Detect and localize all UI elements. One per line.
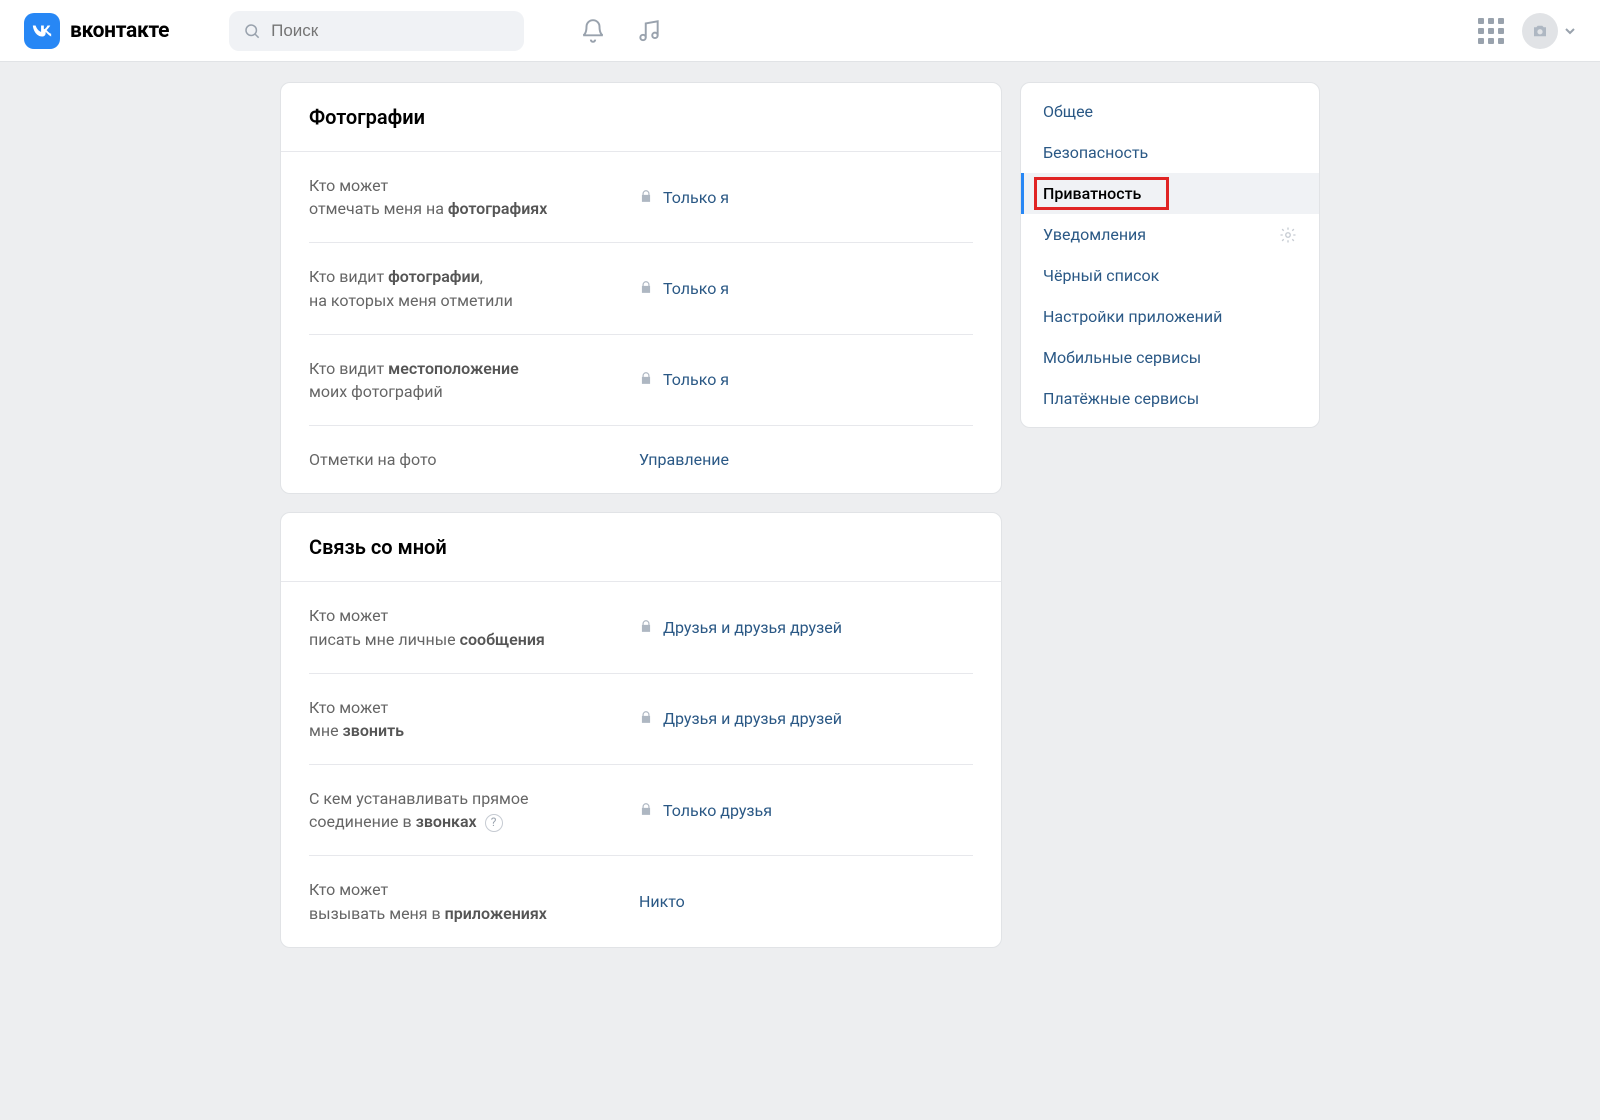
setting-label: Кто можетотмечать меня на фотографиях <box>309 174 639 220</box>
setting-value[interactable]: Никто <box>639 892 685 911</box>
sidebar-item[interactable]: Мобильные сервисы <box>1021 337 1319 378</box>
lock-icon <box>639 801 653 820</box>
music-icon[interactable] <box>636 18 662 44</box>
setting-row: Кто можетмне звонить Друзья и друзья друз… <box>309 674 973 765</box>
settings-card: Связь со мнойКто можетписать мне личные … <box>280 512 1002 948</box>
lock-icon <box>639 188 653 207</box>
setting-label: Кто можетписать мне личные сообщения <box>309 604 639 650</box>
search-input[interactable] <box>271 21 510 41</box>
sidebar-item-label: Чёрный список <box>1043 266 1159 285</box>
topbar: вконтакте <box>0 0 1600 62</box>
sidebar-item[interactable]: Уведомления <box>1021 214 1319 255</box>
setting-label: Кто видит фотографии,на которых меня отм… <box>309 265 639 311</box>
lock-icon <box>639 709 653 728</box>
setting-label: С кем устанавливать прямоесоединение в з… <box>309 787 639 833</box>
sidebar-item[interactable]: Приватность <box>1021 173 1319 214</box>
gear-icon[interactable] <box>1279 226 1297 244</box>
bell-icon[interactable] <box>580 18 606 44</box>
logo[interactable]: вконтакте <box>24 13 169 49</box>
setting-value[interactable]: Только я <box>639 279 729 298</box>
setting-value-text: Никто <box>639 892 685 911</box>
sidebar-item-label: Уведомления <box>1043 225 1146 244</box>
setting-value-text: Друзья и друзья друзей <box>663 618 842 637</box>
setting-row: С кем устанавливать прямоесоединение в з… <box>309 765 973 856</box>
setting-label: Кто видит местоположениемоих фотографий <box>309 357 639 403</box>
sidebar-item-label: Приватность <box>1043 184 1141 203</box>
setting-value-text: Только я <box>663 370 729 389</box>
setting-value-text: Только друзья <box>663 801 772 820</box>
card-header: Фотографии <box>281 83 1001 152</box>
setting-value-text: Друзья и друзья друзей <box>663 709 842 728</box>
sidebar-item[interactable]: Общее <box>1021 91 1319 132</box>
vk-logo-icon <box>24 13 60 49</box>
setting-label: Отметки на фото <box>309 448 639 471</box>
settings-main: ФотографииКто можетотмечать меня на фото… <box>280 82 1002 948</box>
setting-value[interactable]: Только друзья <box>639 801 772 820</box>
setting-value[interactable]: Только я <box>639 370 729 389</box>
setting-row: Кто можетписать мне личные сообщения Друз… <box>309 582 973 673</box>
chevron-down-icon <box>1564 25 1576 37</box>
setting-value-text: Только я <box>663 188 729 207</box>
sidebar-item[interactable]: Настройки приложений <box>1021 296 1319 337</box>
lock-icon <box>639 370 653 389</box>
setting-label: Кто можетмне звонить <box>309 696 639 742</box>
header-icons <box>580 18 662 44</box>
setting-row: Отметки на фотоУправление <box>309 426 973 493</box>
settings-card: ФотографииКто можетотмечать меня на фото… <box>280 82 1002 494</box>
profile-menu[interactable] <box>1522 13 1576 49</box>
setting-value-text: Управление <box>639 450 729 469</box>
search-box[interactable] <box>229 11 524 51</box>
sidebar-item-label: Мобильные сервисы <box>1043 348 1201 367</box>
avatar <box>1522 13 1558 49</box>
sidebar-item-label: Платёжные сервисы <box>1043 389 1199 408</box>
setting-value[interactable]: Друзья и друзья друзей <box>639 709 842 728</box>
sidebar-item[interactable]: Чёрный список <box>1021 255 1319 296</box>
lock-icon <box>639 279 653 298</box>
camera-icon <box>1531 22 1549 40</box>
search-icon <box>243 21 261 41</box>
setting-row: Кто можетвызывать меня в приложенияхНикт… <box>309 856 973 946</box>
sidebar-item-label: Общее <box>1043 102 1093 121</box>
setting-value-text: Только я <box>663 279 729 298</box>
lock-icon <box>639 618 653 637</box>
apps-grid-icon[interactable] <box>1478 18 1504 44</box>
card-body: Кто можетотмечать меня на фотографиях Тол… <box>281 152 1001 493</box>
setting-value[interactable]: Управление <box>639 450 729 469</box>
sidebar-item-label: Безопасность <box>1043 143 1148 162</box>
sidebar-item[interactable]: Безопасность <box>1021 132 1319 173</box>
card-header: Связь со мной <box>281 513 1001 582</box>
header-right <box>1478 13 1576 49</box>
page-content: ФотографииКто можетотмечать меня на фото… <box>280 82 1320 948</box>
sidebar-item-label: Настройки приложений <box>1043 307 1222 326</box>
card-body: Кто можетписать мне личные сообщения Друз… <box>281 582 1001 947</box>
settings-sidebar: Общее Безопасность Приватность Уведомления Ч… <box>1020 82 1320 428</box>
brand-text: вконтакте <box>70 19 169 43</box>
setting-label: Кто можетвызывать меня в приложениях <box>309 878 639 924</box>
setting-row: Кто можетотмечать меня на фотографиях Тол… <box>309 152 973 243</box>
setting-value[interactable]: Только я <box>639 188 729 207</box>
setting-value[interactable]: Друзья и друзья друзей <box>639 618 842 637</box>
setting-row: Кто видит фотографии,на которых меня отм… <box>309 243 973 334</box>
sidebar-item[interactable]: Платёжные сервисы <box>1021 378 1319 419</box>
setting-row: Кто видит местоположениемоих фотографий Т… <box>309 335 973 426</box>
